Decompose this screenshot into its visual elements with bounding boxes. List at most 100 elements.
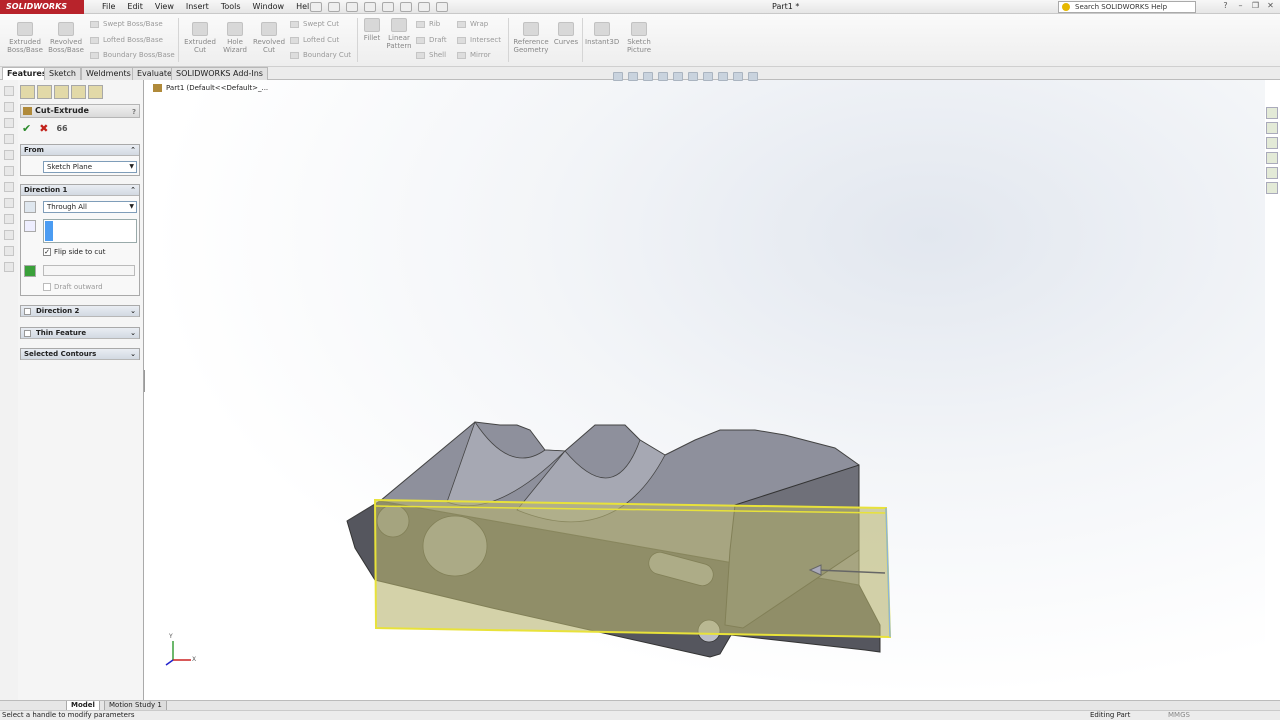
swept-cut-button[interactable]: Swept Cut xyxy=(290,20,339,29)
draft-angle-input[interactable] xyxy=(43,265,135,276)
open-icon[interactable] xyxy=(328,2,340,12)
extruded-boss-button[interactable]: Extruded Boss/Base xyxy=(6,22,44,54)
options-icon[interactable] xyxy=(436,2,448,12)
instant3d-button[interactable]: Instant3D xyxy=(585,22,619,46)
boundary-cut-button[interactable]: Boundary Cut xyxy=(290,51,351,60)
new-icon[interactable] xyxy=(310,2,322,12)
intersect-button[interactable]: Intersect xyxy=(457,36,501,45)
feature-manager-icon[interactable] xyxy=(20,85,35,99)
linear-pattern-button[interactable]: Linear Pattern xyxy=(385,18,413,50)
design-library-icon[interactable] xyxy=(1266,122,1278,134)
shell-button[interactable]: Shell xyxy=(416,51,446,60)
tab-addins[interactable]: SOLIDWORKS Add-Ins xyxy=(171,67,268,80)
collapse-icon[interactable]: ⌃ xyxy=(130,145,136,156)
view-palette-icon[interactable] xyxy=(1266,152,1278,164)
revolved-boss-button[interactable]: Revolved Boss/Base xyxy=(47,22,85,54)
lofted-cut-button[interactable]: Lofted Cut xyxy=(290,36,339,45)
resources-icon[interactable] xyxy=(1266,107,1278,119)
cancel-button[interactable]: ✖ xyxy=(39,123,48,135)
tool-icon[interactable] xyxy=(4,86,14,96)
dimxpert-icon[interactable] xyxy=(71,85,86,99)
thin-feature-header[interactable]: Thin Feature ⌄ xyxy=(21,328,139,339)
minimize-button[interactable]: – xyxy=(1235,1,1246,12)
tab-sketch[interactable]: Sketch xyxy=(44,67,81,80)
configuration-manager-icon[interactable] xyxy=(54,85,69,99)
from-group-header[interactable]: From ⌃ xyxy=(21,145,139,156)
tool-icon[interactable] xyxy=(4,134,14,144)
help-icon[interactable]: ? xyxy=(132,106,136,118)
direction2-checkbox[interactable] xyxy=(24,307,31,315)
collapse-icon[interactable]: ⌃ xyxy=(130,185,136,196)
end-condition-select[interactable]: Through All ▼ xyxy=(43,201,137,213)
reverse-direction-icon[interactable] xyxy=(24,201,36,213)
direction2-group[interactable]: Direction 2 ⌄ xyxy=(20,305,140,317)
from-select[interactable]: Sketch Plane ▼ xyxy=(43,161,137,173)
triad-x-label: X xyxy=(192,656,197,663)
app-logo[interactable]: SOLIDWORKS xyxy=(0,0,84,14)
flip-side-checkbox[interactable]: ✓ Flip side to cut xyxy=(43,248,105,257)
direction-selection-box[interactable] xyxy=(43,219,137,243)
direction1-header[interactable]: Direction 1 ⌃ xyxy=(21,185,139,196)
draft-button[interactable]: Draft xyxy=(416,36,447,45)
print-icon[interactable] xyxy=(364,2,376,12)
thin-feature-checkbox[interactable] xyxy=(24,329,31,337)
mirror-button[interactable]: Mirror xyxy=(457,51,491,60)
close-button[interactable]: ✕ xyxy=(1265,1,1276,12)
curves-button[interactable]: Curves xyxy=(553,22,579,46)
tool-icon[interactable] xyxy=(4,246,14,256)
thin-feature-group[interactable]: Thin Feature ⌄ xyxy=(20,327,140,339)
display-manager-icon[interactable] xyxy=(88,85,103,99)
file-explorer-icon[interactable] xyxy=(1266,137,1278,149)
direction2-header[interactable]: Direction 2 ⌄ xyxy=(21,306,139,317)
tool-icon[interactable] xyxy=(4,102,14,112)
help-search-input[interactable]: Search SOLIDWORKS Help xyxy=(1058,1,1196,13)
menu-edit[interactable]: Edit xyxy=(121,0,149,14)
tool-icon[interactable] xyxy=(4,262,14,272)
undo-icon[interactable] xyxy=(382,2,394,12)
boundary-boss-button[interactable]: Boundary Boss/Base xyxy=(90,51,175,60)
property-manager-icon[interactable] xyxy=(37,85,52,99)
menu-view[interactable]: View xyxy=(149,0,180,14)
tool-icon[interactable] xyxy=(4,118,14,128)
graphics-area[interactable]: Part1 (Default<<Default>_... Y X xyxy=(145,72,1265,700)
tool-icon[interactable] xyxy=(4,166,14,176)
pm-actions: ✔ ✖ 66 xyxy=(22,123,68,135)
selected-contours-group[interactable]: Selected Contours ⌄ xyxy=(20,348,140,360)
hole-wizard-button[interactable]: Hole Wizard xyxy=(219,22,251,54)
tool-icon[interactable] xyxy=(4,214,14,224)
lofted-boss-button[interactable]: Lofted Boss/Base xyxy=(90,36,163,45)
rib-button[interactable]: Rib xyxy=(416,20,440,29)
help-icon[interactable]: ? xyxy=(1220,1,1231,12)
tab-weldments[interactable]: Weldments xyxy=(81,67,136,80)
tool-icon[interactable] xyxy=(4,150,14,160)
tool-icon[interactable] xyxy=(4,198,14,208)
custom-properties-icon[interactable] xyxy=(1266,182,1278,194)
rebuild-icon[interactable] xyxy=(418,2,430,12)
expand-icon[interactable]: ⌄ xyxy=(130,328,136,339)
select-icon[interactable] xyxy=(400,2,412,12)
sketch-picture-button[interactable]: Sketch Picture xyxy=(624,22,654,54)
reference-geometry-button[interactable]: Reference Geometry xyxy=(511,22,551,54)
draft-toggle-icon[interactable] xyxy=(24,265,36,277)
expand-icon[interactable]: ⌄ xyxy=(130,306,136,317)
menu-tools[interactable]: Tools xyxy=(215,0,247,14)
appearances-icon[interactable] xyxy=(1266,167,1278,179)
selected-contours-header[interactable]: Selected Contours ⌄ xyxy=(21,349,139,360)
revolved-cut-button[interactable]: Revolved Cut xyxy=(252,22,286,54)
expand-icon[interactable]: ⌄ xyxy=(130,349,136,360)
swept-boss-button[interactable]: Swept Boss/Base xyxy=(90,20,163,29)
menu-insert[interactable]: Insert xyxy=(180,0,215,14)
save-icon[interactable] xyxy=(346,2,358,12)
restore-button[interactable]: ❐ xyxy=(1250,1,1261,12)
detailed-preview-icon[interactable]: 66 xyxy=(56,123,67,135)
ok-button[interactable]: ✔ xyxy=(22,123,31,135)
tool-icon[interactable] xyxy=(4,182,14,192)
tool-icon[interactable] xyxy=(4,230,14,240)
extruded-cut-button[interactable]: Extruded Cut xyxy=(183,22,217,54)
fillet-button[interactable]: Fillet xyxy=(360,18,384,42)
draft-outward-checkbox[interactable]: Draft outward xyxy=(43,283,103,292)
menu-file[interactable]: File xyxy=(96,0,121,14)
units-indicator[interactable]: MMGS xyxy=(1168,711,1190,720)
wrap-button[interactable]: Wrap xyxy=(457,20,488,29)
menu-window[interactable]: Window xyxy=(247,0,291,14)
